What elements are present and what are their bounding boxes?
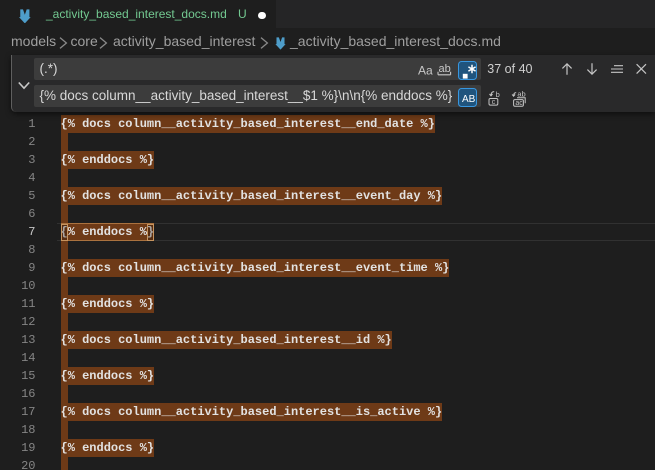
svg-text:ab: ab [517, 90, 525, 98]
svg-text:AB: AB [462, 94, 476, 105]
svg-text:Aa: Aa [418, 64, 433, 78]
svg-text:ac: ac [515, 100, 523, 107]
svg-text:b: b [496, 90, 500, 99]
svg-text:ab: ab [439, 63, 451, 75]
svg-text:c: c [492, 99, 496, 106]
